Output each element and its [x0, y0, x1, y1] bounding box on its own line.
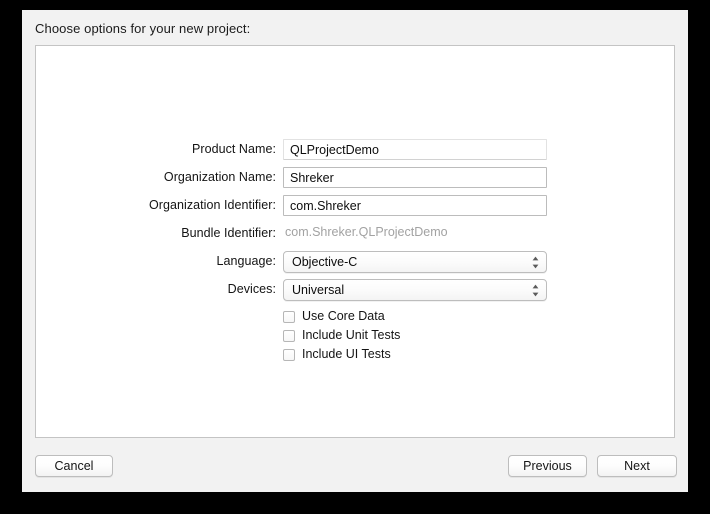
language-dropdown[interactable]: Objective-C — [283, 251, 547, 273]
form-row-bundle-identifier: Bundle Identifier: com.Shreker.QLProjectD… — [22, 223, 688, 245]
label-organization-identifier: Organization Identifier: — [149, 198, 276, 212]
label-devices: Devices: — [227, 282, 276, 296]
new-project-options-window: Choose options for your new project: Pro… — [22, 10, 688, 492]
checkbox-label-include-ui-tests: Include UI Tests — [302, 347, 391, 361]
checkbox-use-core-data[interactable] — [283, 311, 295, 323]
form-row-language: Language: Objective-C — [22, 251, 688, 273]
next-button[interactable]: Next — [597, 455, 677, 477]
devices-dropdown[interactable]: Universal — [283, 279, 547, 301]
checkbox-include-unit-tests[interactable] — [283, 330, 295, 342]
organization-identifier-input[interactable] — [283, 195, 547, 216]
organization-name-input[interactable] — [283, 167, 547, 188]
up-down-chevron-icon — [531, 255, 540, 270]
form-row-product-name: Product Name: — [22, 139, 688, 161]
previous-button[interactable]: Previous — [508, 455, 587, 477]
devices-selected-value: Universal — [292, 283, 345, 297]
label-language: Language: — [216, 254, 276, 268]
up-down-chevron-icon — [531, 283, 540, 298]
bundle-identifier-value: com.Shreker.QLProjectDemo — [285, 225, 448, 239]
label-organization-name: Organization Name: — [163, 170, 276, 184]
label-product-name: Product Name: — [191, 142, 276, 156]
project-options-form: Product Name: Organization Name: Organizat… — [22, 10, 688, 492]
language-selected-value: Objective-C — [292, 255, 358, 269]
product-name-input[interactable] — [283, 139, 547, 160]
form-row-organization-identifier: Organization Identifier: — [22, 195, 688, 217]
form-row-organization-name: Organization Name: — [22, 167, 688, 189]
cancel-button[interactable]: Cancel — [35, 455, 113, 477]
form-row-devices: Devices: Universal — [22, 279, 688, 301]
checkbox-label-include-unit-tests: Include Unit Tests — [302, 328, 401, 342]
checkbox-label-use-core-data: Use Core Data — [302, 309, 385, 323]
checkbox-include-ui-tests[interactable] — [283, 349, 295, 361]
label-bundle-identifier: Bundle Identifier: — [181, 226, 276, 240]
